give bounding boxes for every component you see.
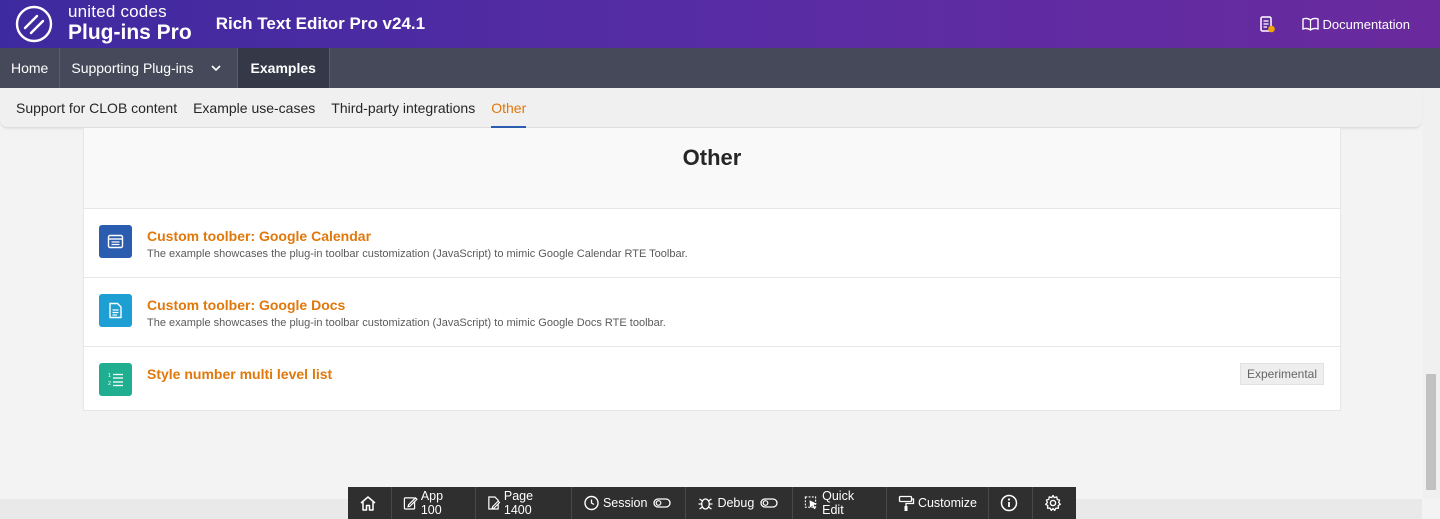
svg-text:2: 2 xyxy=(108,381,111,387)
numbered-list-icon: 1 2 xyxy=(99,363,132,396)
book-open-icon xyxy=(1301,17,1319,31)
clipboard-alert-icon[interactable] xyxy=(1258,15,1276,33)
list-item-description: The example showcases the plug-in toolba… xyxy=(147,248,688,260)
list-item-title[interactable]: Custom toolber: Google Docs xyxy=(147,278,1340,313)
dev-quick-edit-label: Quick Edit xyxy=(822,489,855,517)
documentation-label: Documentation xyxy=(1322,16,1410,32)
svg-text:1: 1 xyxy=(108,373,111,379)
tab-example-use-cases[interactable]: Example use-cases xyxy=(185,88,323,127)
dev-home-button[interactable] xyxy=(348,487,392,519)
united-codes-logo-icon[interactable] xyxy=(14,4,54,44)
dev-settings-button[interactable] xyxy=(1033,487,1076,519)
gear-icon xyxy=(1045,494,1061,512)
developer-toolbar: App 100 Page 1400 Session Debug Quick Ed… xyxy=(348,487,1076,519)
dev-app-label: App 100 xyxy=(420,489,444,517)
dev-debug-button[interactable]: Debug xyxy=(686,487,794,519)
dev-page-label: Page 1400 xyxy=(503,489,534,517)
app-header: united codes Plug-ins Pro Rich Text Edit… xyxy=(0,0,1440,48)
dev-page-button[interactable]: Page 1400 xyxy=(476,487,572,519)
dev-info-button[interactable] xyxy=(989,487,1033,519)
cursor-select-icon xyxy=(805,496,818,510)
logo-text[interactable]: united codes Plug-ins Pro xyxy=(68,2,192,44)
tab-support-for-clob[interactable]: Support for CLOB content xyxy=(8,88,185,127)
list-item-title[interactable]: Custom toolber: Google Calendar xyxy=(147,209,1340,244)
calendar-icon xyxy=(99,225,132,258)
documentation-link[interactable]: Documentation xyxy=(1301,16,1410,32)
dev-customize-label: Customize xyxy=(917,496,977,510)
edit-icon xyxy=(403,497,418,510)
nav-item-label: Supporting Plug-ins xyxy=(71,60,194,76)
list-item-description: The example showcases the plug-in toolba… xyxy=(147,317,666,329)
list-item[interactable]: 1 2 Style number multi level list Experi… xyxy=(84,346,1340,415)
session-clock-icon xyxy=(584,495,599,511)
list-item-title[interactable]: Style number multi level list xyxy=(147,347,1340,382)
tab-third-party-integrations[interactable]: Third-party integrations xyxy=(323,88,483,127)
info-icon xyxy=(1000,494,1018,512)
nav-item-home[interactable]: Home xyxy=(0,48,61,88)
dev-session-label: Session xyxy=(602,496,648,510)
nav-item-label: Home xyxy=(11,60,49,76)
list-item[interactable]: Custom toolber: Google Calendar The exam… xyxy=(84,208,1340,277)
dev-customize-button[interactable]: Customize xyxy=(887,487,989,519)
paint-roller-icon xyxy=(898,495,915,511)
nav-item-label: Examples xyxy=(250,60,316,76)
toggle-icon xyxy=(653,498,672,508)
tab-other[interactable]: Other xyxy=(483,88,534,128)
card-header: Other xyxy=(84,128,1340,208)
bug-icon xyxy=(698,498,713,510)
chevron-down-icon xyxy=(210,65,221,72)
nav-item-examples[interactable]: Examples xyxy=(237,48,330,88)
home-icon xyxy=(360,495,376,511)
sub-tabs: Support for CLOB content Example use-cas… xyxy=(0,88,1422,128)
nav-item-supporting-plugins[interactable]: Supporting Plug-ins xyxy=(60,48,238,88)
scrollbar[interactable] xyxy=(1423,88,1440,499)
list-item[interactable]: Custom toolber: Google Docs The example … xyxy=(84,277,1340,346)
scrollbar-thumb[interactable] xyxy=(1426,374,1436,490)
experimental-badge: Experimental xyxy=(1239,363,1324,385)
toggle-icon xyxy=(760,498,778,508)
dev-debug-label: Debug xyxy=(717,496,755,510)
dev-app-button[interactable]: App 100 xyxy=(392,487,476,519)
app-title: Rich Text Editor Pro v24.1 xyxy=(215,14,426,33)
document-icon xyxy=(99,294,132,327)
dev-session-button[interactable]: Session xyxy=(572,487,687,519)
page-title: Other xyxy=(682,145,742,170)
examples-card: Other Custom toolber: Google Calendar Th… xyxy=(83,128,1341,411)
header-actions: Documentation xyxy=(1258,0,1410,48)
main-nav: Home Supporting Plug-ins Examples xyxy=(0,48,1440,88)
logo-top-text: united codes xyxy=(68,2,167,21)
logo-bottom-text: Plug-ins Pro xyxy=(68,21,192,44)
page-edit-icon xyxy=(488,496,501,510)
dev-quick-edit-button[interactable]: Quick Edit xyxy=(793,487,887,519)
